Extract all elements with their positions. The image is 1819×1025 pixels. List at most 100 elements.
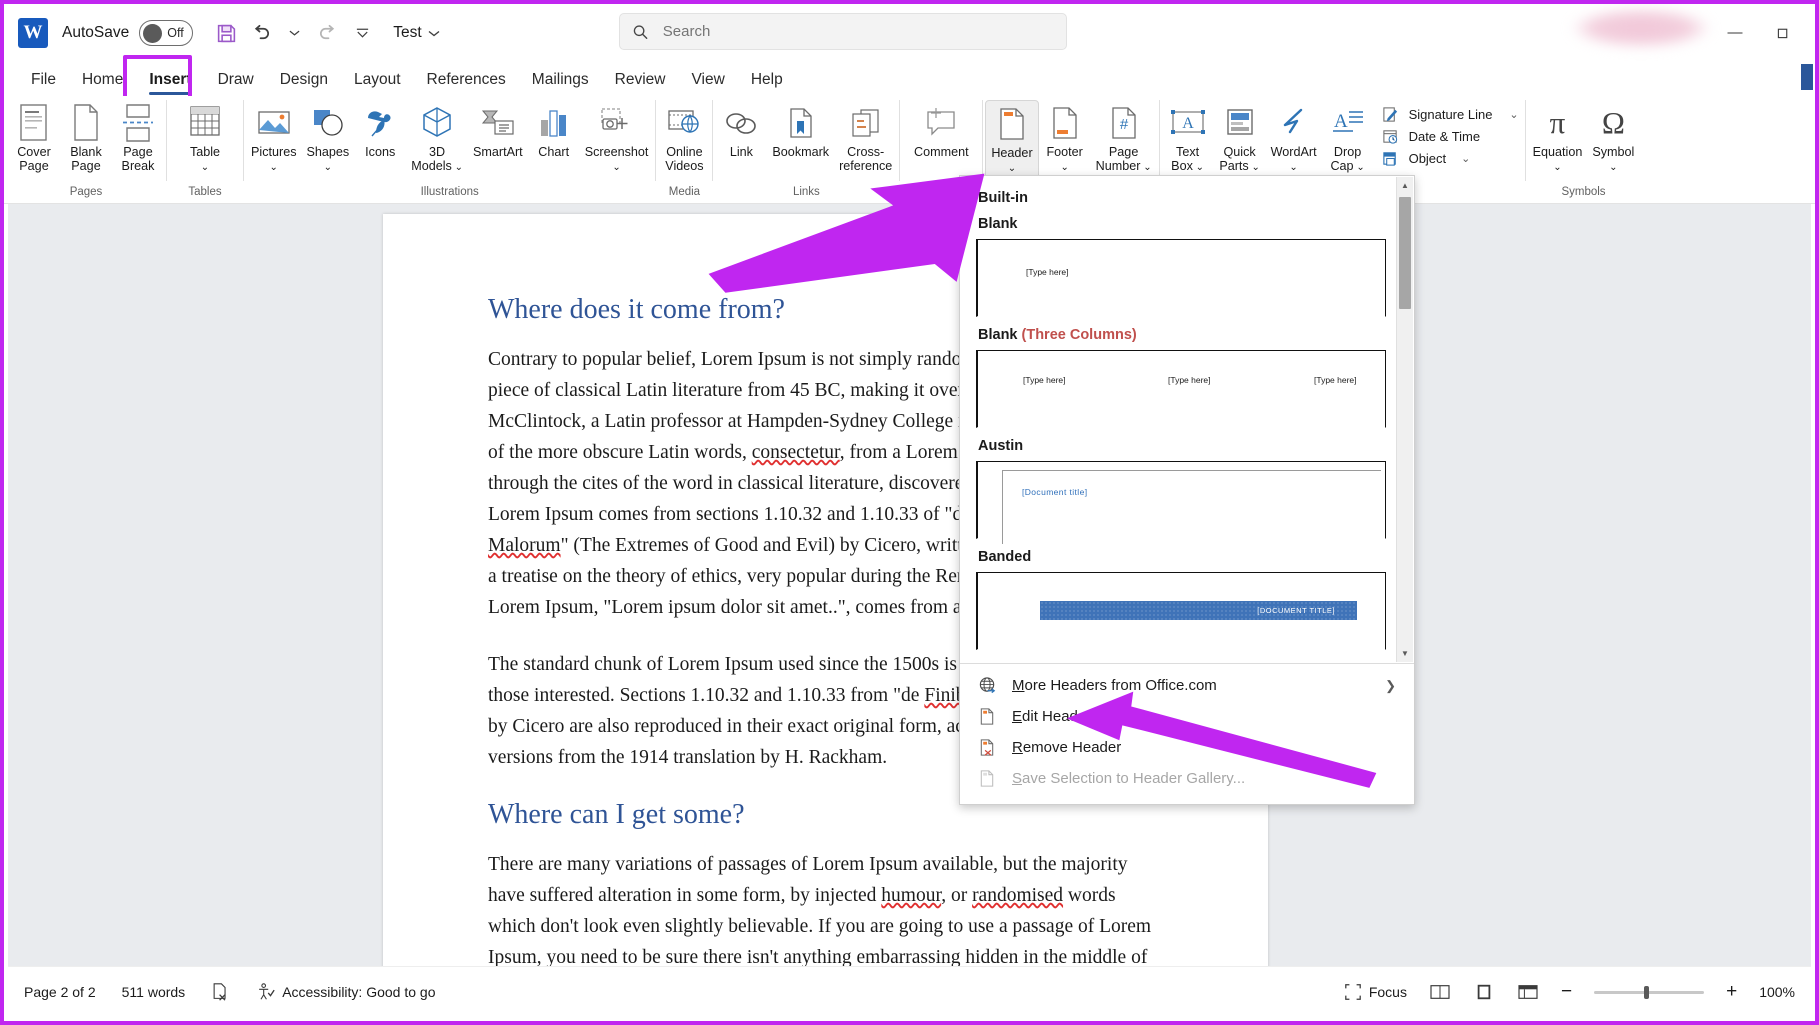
chevron-down-icon[interactable]: ⌄ (1509, 108, 1518, 121)
tab-insert[interactable]: Insert (136, 67, 204, 96)
tab-view[interactable]: View (678, 67, 737, 96)
text-box-label: Text Box ⌄ (1171, 145, 1204, 175)
drop-cap-button[interactable]: A Drop Cap ⌄ (1322, 100, 1374, 175)
3d-models-button[interactable]: 3D Models ⌄ (406, 100, 468, 175)
tab-help[interactable]: Help (738, 67, 796, 96)
date-time-item[interactable]: Date & Time (1380, 128, 1519, 145)
redo-icon[interactable] (311, 16, 345, 50)
gallery-item-name-blank-three-columns: Blank (Three Columns) (978, 327, 1400, 343)
shapes-button[interactable]: Shapes⌄ (302, 100, 355, 175)
tab-file[interactable]: File (18, 67, 69, 96)
icons-label: Icons (365, 145, 395, 159)
gallery-scrollbar[interactable]: ▲ ▼ (1396, 177, 1413, 662)
undo-dropdown-icon[interactable] (277, 16, 311, 50)
scroll-down-arrow-icon[interactable]: ▼ (1397, 645, 1413, 662)
table-button[interactable]: Table⌄ (169, 100, 241, 175)
wordart-label: WordArt⌄ (1271, 145, 1317, 175)
zoom-slider-handle[interactable] (1644, 986, 1649, 999)
word-logo-icon: W (18, 18, 48, 48)
header-gallery-dropdown[interactable]: Built-in Blank [Type here] Blank (Three … (959, 175, 1415, 805)
online-videos-button[interactable]: Online Videos (658, 100, 710, 173)
search-input[interactable] (661, 22, 1054, 41)
ribbon-group-tables: Table⌄ Tables (169, 96, 241, 203)
proofing-errors-icon[interactable] (211, 982, 230, 1002)
screenshot-button[interactable]: Screenshot⌄ (580, 100, 654, 175)
symbol-button[interactable]: Ω Symbol⌄ (1587, 100, 1639, 175)
tab-mailings[interactable]: Mailings (519, 67, 602, 96)
page-info[interactable]: Page 2 of 2 (24, 984, 96, 1000)
tab-layout[interactable]: Layout (341, 67, 414, 96)
tab-home[interactable]: Home (69, 67, 136, 96)
ribbon-separator (166, 100, 167, 181)
ribbon-group-label-media: Media (658, 183, 710, 203)
document-canvas[interactable]: Where does it come from? Contrary to pop… (8, 204, 1811, 966)
scroll-up-arrow-icon[interactable]: ▲ (1397, 177, 1413, 194)
blank-page-button[interactable]: Blank Page (60, 100, 112, 173)
chart-button[interactable]: Chart (528, 100, 580, 159)
equation-button[interactable]: π Equation⌄ (1528, 100, 1588, 175)
search-box[interactable] (619, 13, 1067, 50)
menu-item-remove-header[interactable]: Remove Header (960, 732, 1414, 763)
zoom-level[interactable]: 100% (1759, 984, 1795, 1000)
quick-parts-button[interactable]: Quick Parts ⌄ (1214, 100, 1266, 175)
gallery-thumb-banded[interactable]: [DOCUMENT TITLE] (976, 572, 1386, 650)
tab-draw[interactable]: Draw (205, 67, 267, 96)
zoom-in-button[interactable]: + (1726, 981, 1737, 1003)
autosave-toggle[interactable]: Off (139, 20, 193, 46)
ribbon-group-media: Online Videos Media (658, 96, 710, 203)
header-gallery-scroll-area[interactable]: Built-in Blank [Type here] Blank (Three … (960, 176, 1414, 663)
zoom-slider[interactable] (1594, 991, 1704, 994)
cross-reference-button[interactable]: Cross- reference (834, 100, 897, 173)
object-item[interactable]: Object ⌄ (1380, 150, 1519, 167)
ribbon: Cover Page Blank Page Page Break Pages (4, 96, 1815, 204)
undo-icon[interactable] (243, 16, 277, 50)
tab-references[interactable]: References (414, 67, 519, 96)
pictures-label: Pictures⌄ (251, 145, 297, 175)
symbol-omega-icon: Ω (1602, 103, 1625, 143)
ribbon-group-label-tables: Tables (169, 183, 241, 203)
quick-parts-label: Quick Parts ⌄ (1219, 145, 1260, 175)
gallery-thumb-blank-three-columns[interactable]: [Type here] [Type here] [Type here] (976, 350, 1386, 428)
cover-page-button[interactable]: Cover Page (8, 100, 60, 173)
chevron-down-icon[interactable]: ⌄ (1461, 152, 1470, 165)
gallery-thumb-austin[interactable]: [Document title] (976, 461, 1386, 539)
ribbon-separator (712, 100, 713, 181)
menu-item-more-headers-from-office[interactable]: MMore Headers from Office.comore Headers… (960, 670, 1414, 701)
gallery-thumb-blank[interactable]: [Type here] (976, 239, 1386, 317)
scrollbar-thumb[interactable] (1399, 197, 1411, 309)
link-button[interactable]: Link (715, 100, 767, 159)
accessibility-status[interactable]: Accessibility: Good to go (256, 982, 435, 1002)
minimize-button[interactable]: — (1713, 14, 1757, 50)
customize-quick-access-toolbar-icon[interactable] (345, 16, 379, 50)
shapes-label: Shapes⌄ (307, 145, 350, 175)
footer-button[interactable]: Footer⌄ (1039, 100, 1091, 175)
text-box-button[interactable]: A Text Box ⌄ (1162, 100, 1214, 175)
menu-item-edit-header[interactable]: Edit Header (960, 701, 1414, 732)
word-count[interactable]: 511 words (122, 984, 186, 1000)
pictures-button[interactable]: Pictures⌄ (246, 100, 302, 175)
menu-item-label: Save Selection to Header Gallery... (1012, 770, 1245, 787)
tab-design[interactable]: Design (267, 67, 341, 96)
bookmark-button[interactable]: Bookmark (767, 100, 834, 159)
print-layout-icon[interactable] (1473, 983, 1495, 1001)
header-button[interactable]: Header⌄ (985, 100, 1038, 179)
autosave-state-label: Off (167, 26, 183, 40)
icons-button[interactable]: Icons (354, 100, 406, 159)
date-time-icon (1380, 128, 1402, 145)
comment-button[interactable]: Comment (902, 100, 980, 159)
tab-review[interactable]: Review (602, 67, 679, 96)
smartart-button[interactable]: SmartArt (468, 100, 528, 159)
restore-button[interactable] (1761, 14, 1805, 50)
document-name[interactable]: Test (393, 24, 439, 42)
web-layout-icon[interactable] (1517, 983, 1539, 1001)
zoom-out-button[interactable]: − (1561, 981, 1572, 1003)
save-icon[interactable] (209, 16, 243, 50)
read-mode-icon[interactable] (1429, 983, 1451, 1001)
edit-header-icon (976, 707, 998, 726)
focus-button[interactable]: Focus (1344, 983, 1407, 1001)
chart-icon (537, 103, 571, 143)
wordart-button[interactable]: WordArt⌄ (1266, 100, 1322, 175)
page-number-button[interactable]: # Page Number ⌄ (1091, 100, 1157, 175)
page-break-button[interactable]: Page Break (112, 100, 164, 173)
signature-line-item[interactable]: Signature Line ⌄ (1380, 106, 1519, 123)
